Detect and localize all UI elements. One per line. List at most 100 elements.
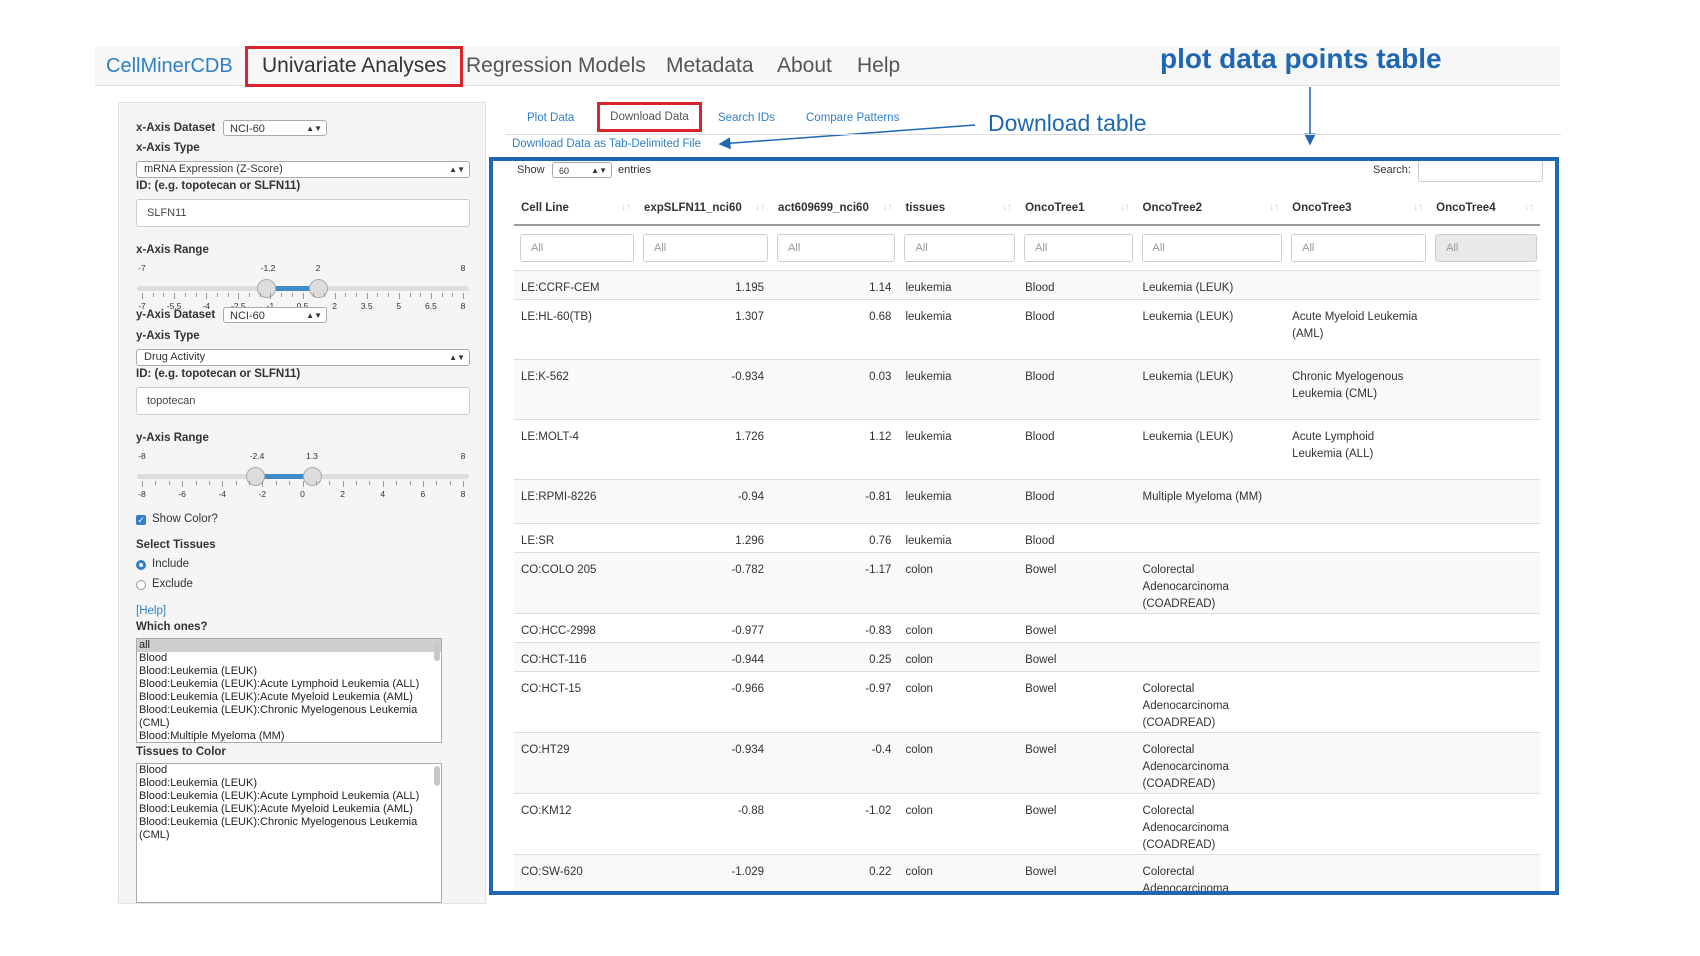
slider-tick bbox=[227, 293, 229, 297]
column-header-label: OncoTree2 bbox=[1142, 202, 1202, 214]
sort-arrows-icon[interactable]: ↓↑ bbox=[621, 202, 631, 213]
table-cell: LE:MOLT-4 bbox=[514, 419, 637, 480]
slider-tick bbox=[291, 293, 293, 297]
listbox-scrollbar[interactable] bbox=[434, 766, 440, 786]
column-header[interactable]: OncoTree2 ↓↑ bbox=[1135, 192, 1286, 226]
listbox-option[interactable]: (CML) bbox=[137, 829, 441, 842]
tab-download-data[interactable]: Download Data bbox=[597, 102, 702, 132]
column-filter-input[interactable]: All bbox=[1291, 234, 1427, 262]
tissues-to-color-listbox[interactable]: Blood Blood:Leukemia (LEUK) Blood:Leukemia… bbox=[136, 763, 442, 903]
x-axis-type-select[interactable]: mRNA Expression (Z-Score) ▲▼ bbox=[136, 161, 470, 178]
slider-tick bbox=[302, 293, 304, 299]
tabs-divider bbox=[506, 134, 1561, 135]
listbox-option[interactable]: Blood:Leukemia (LEUK):Acute Lymphoid Leu… bbox=[137, 790, 441, 803]
listbox-scrollbar[interactable] bbox=[434, 641, 440, 661]
table-cell: 1.12 bbox=[771, 419, 899, 480]
listbox-option[interactable]: Blood:Multiple Myeloma (MM) bbox=[137, 730, 441, 742]
column-header[interactable]: Cell Line ↓↑ bbox=[514, 192, 637, 226]
download-tab-delimited-link[interactable]: Download Data as Tab-Delimited File bbox=[512, 138, 701, 150]
plot-data-table: Cell Line ↓↑ expSLFN11_nci60 ↓↑ act609699_nc… bbox=[514, 192, 1540, 891]
column-filter-input[interactable]: All bbox=[520, 234, 634, 262]
y-axis-dataset-select[interactable]: NCI-60 ▲▼ bbox=[223, 307, 327, 323]
sort-arrows-icon[interactable]: ↓↑ bbox=[1413, 202, 1423, 213]
table-cell bbox=[1285, 732, 1430, 794]
y-axis-type-select[interactable]: Drug Activity ▲▼ bbox=[136, 349, 470, 366]
listbox-option[interactable]: Blood:Leukemia (LEUK) bbox=[137, 665, 441, 678]
slider-tick bbox=[195, 481, 197, 485]
table-cell: -0.88 bbox=[636, 793, 772, 855]
column-filter-input[interactable]: All bbox=[1435, 234, 1537, 262]
slider-tick bbox=[249, 293, 250, 297]
table-search-input[interactable] bbox=[1418, 161, 1543, 182]
listbox-option[interactable]: Blood:Leukemia (LEUK):Acute Myeloid Leuk… bbox=[137, 803, 441, 816]
column-header-label: tissues bbox=[905, 202, 946, 214]
slider-tick bbox=[208, 481, 210, 485]
column-header[interactable]: OncoTree4 ↓↑ bbox=[1429, 192, 1540, 226]
column-header[interactable]: act609699_nci60 ↓↑ bbox=[771, 192, 899, 226]
table-cell bbox=[1429, 671, 1540, 733]
table-cell: 0.68 bbox=[771, 299, 899, 360]
column-filter-input[interactable]: All bbox=[777, 234, 896, 262]
column-header[interactable]: OncoTree1 ↓↑ bbox=[1018, 192, 1136, 226]
listbox-option[interactable]: Blood bbox=[137, 652, 441, 665]
listbox-option[interactable]: Blood:Leukemia (LEUK):Acute Lymphoid Leu… bbox=[137, 678, 441, 691]
x-range-high-handle[interactable] bbox=[309, 279, 328, 298]
listbox-option[interactable]: Blood:Leukemia (LEUK):Chronic Myelogenou… bbox=[137, 816, 441, 829]
select-arrows-icon: ▲▼ bbox=[306, 124, 322, 133]
table-cell: colon bbox=[898, 552, 1019, 614]
column-filter-input[interactable]: All bbox=[1141, 234, 1283, 262]
column-filter-input[interactable]: All bbox=[904, 234, 1016, 262]
x-range-max-label: 8 bbox=[460, 263, 466, 273]
help-link[interactable]: [Help] bbox=[136, 605, 166, 617]
y-axis-id-input[interactable]: topotecan bbox=[136, 387, 470, 415]
tab-compare-patterns[interactable]: Compare Patterns bbox=[806, 112, 899, 124]
include-radio[interactable] bbox=[136, 560, 146, 570]
show-color-checkbox[interactable]: ✓ bbox=[136, 515, 146, 525]
listbox-option[interactable]: all bbox=[137, 639, 441, 652]
table-cell: -1.17 bbox=[771, 552, 899, 614]
sort-arrows-icon[interactable]: ↓↑ bbox=[1120, 202, 1130, 213]
table-row: CO:HCT-116 -0.944 0.25 colon Bowel bbox=[514, 642, 1540, 672]
tab-search-ids[interactable]: Search IDs bbox=[718, 112, 775, 124]
slider-tick bbox=[302, 481, 304, 487]
slider-tick bbox=[441, 293, 443, 297]
which-ones-listbox[interactable]: all Blood Blood:Leukemia (LEUK) Blood:Leuke… bbox=[136, 638, 442, 743]
filter-cell: All bbox=[771, 225, 898, 271]
tab-plot-data[interactable]: Plot Data bbox=[527, 112, 574, 124]
column-filter-input[interactable]: All bbox=[1024, 234, 1133, 262]
search-label: Search: bbox=[1373, 164, 1411, 176]
table-cell: Leukemia (LEUK) bbox=[1135, 270, 1286, 300]
column-header[interactable]: tissues ↓↑ bbox=[898, 192, 1019, 226]
sort-arrows-icon[interactable]: ↓↑ bbox=[1002, 202, 1012, 213]
slider-tick bbox=[222, 481, 224, 487]
x-axis-id-input[interactable]: SLFN11 bbox=[136, 199, 470, 227]
slider-tick bbox=[174, 293, 176, 299]
slider-tick-label: 8 bbox=[460, 489, 466, 499]
filter-cell: All bbox=[1429, 225, 1540, 271]
table-cell: LE:RPMI-8226 bbox=[514, 479, 637, 524]
column-header[interactable]: expSLFN11_nci60 ↓↑ bbox=[636, 192, 772, 226]
listbox-option[interactable]: (CML) bbox=[137, 717, 441, 730]
which-ones-label: Which ones? bbox=[136, 621, 208, 633]
y-axis-type-value: Drug Activity bbox=[144, 351, 206, 363]
sort-arrows-icon[interactable]: ↓↑ bbox=[882, 202, 892, 213]
x-axis-dataset-select[interactable]: NCI-60 ▲▼ bbox=[223, 120, 327, 136]
which-ones-options: all Blood Blood:Leukemia (LEUK) Blood:Leuke… bbox=[137, 639, 441, 742]
entries-per-page-select[interactable]: 60 ▲▼ bbox=[552, 162, 612, 178]
table-cell: LE:SR bbox=[514, 523, 637, 553]
column-filter-input[interactable]: All bbox=[642, 234, 769, 262]
listbox-option[interactable]: Blood:Leukemia (LEUK) bbox=[137, 777, 441, 790]
column-header[interactable]: OncoTree3 ↓↑ bbox=[1285, 192, 1430, 226]
table-cell: CO:COLO 205 bbox=[514, 552, 637, 614]
listbox-option[interactable]: Blood bbox=[137, 764, 441, 777]
y-range-high-handle[interactable] bbox=[303, 467, 322, 486]
exclude-radio[interactable] bbox=[136, 580, 146, 590]
table-cell: -0.94 bbox=[636, 479, 772, 524]
sort-arrows-icon[interactable]: ↓↑ bbox=[1269, 202, 1279, 213]
listbox-option[interactable]: Blood:Leukemia (LEUK):Chronic Myelogenou… bbox=[137, 704, 441, 717]
sort-arrows-icon[interactable]: ↓↑ bbox=[755, 202, 765, 213]
listbox-option[interactable]: Blood:Leukemia (LEUK):Acute Myeloid Leuk… bbox=[137, 691, 441, 704]
slider-tick-label: 2 bbox=[332, 301, 337, 311]
slider-tick bbox=[409, 293, 411, 297]
sort-arrows-icon[interactable]: ↓↑ bbox=[1524, 202, 1534, 213]
